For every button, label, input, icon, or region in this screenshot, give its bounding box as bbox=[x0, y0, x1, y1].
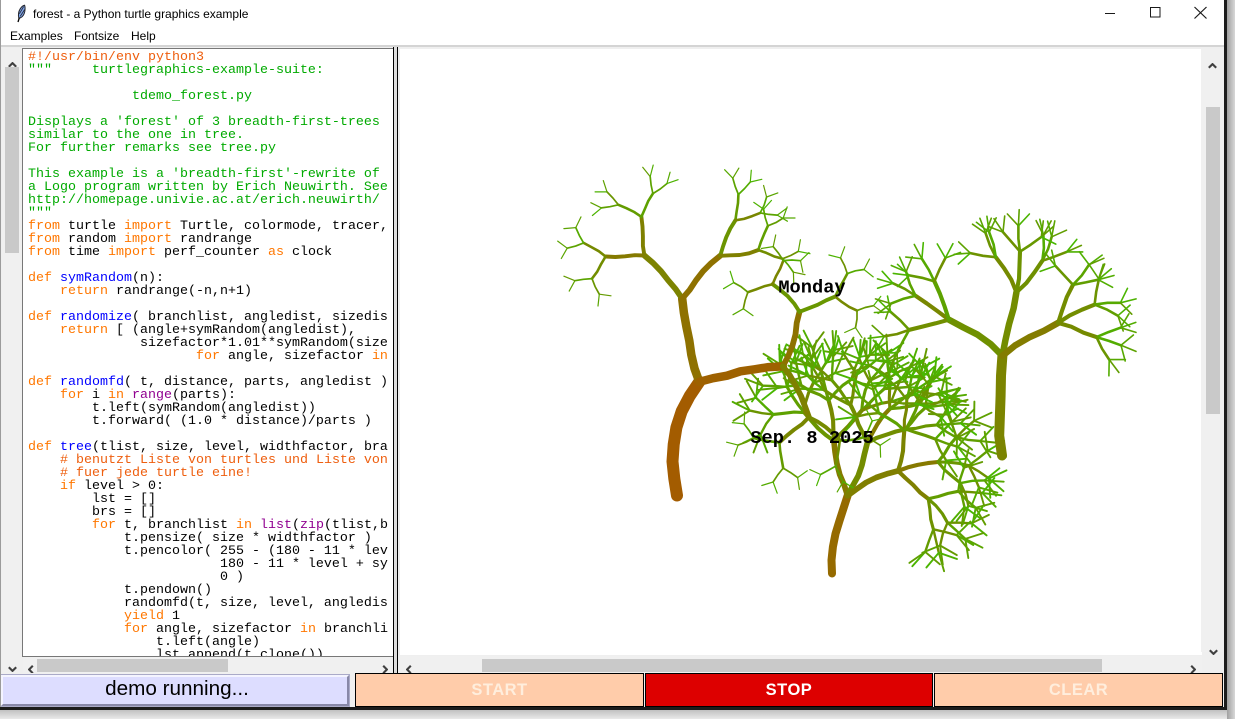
svg-text:Monday: Monday bbox=[778, 277, 845, 299]
svg-text:Sep. 8 2025: Sep. 8 2025 bbox=[750, 427, 873, 449]
